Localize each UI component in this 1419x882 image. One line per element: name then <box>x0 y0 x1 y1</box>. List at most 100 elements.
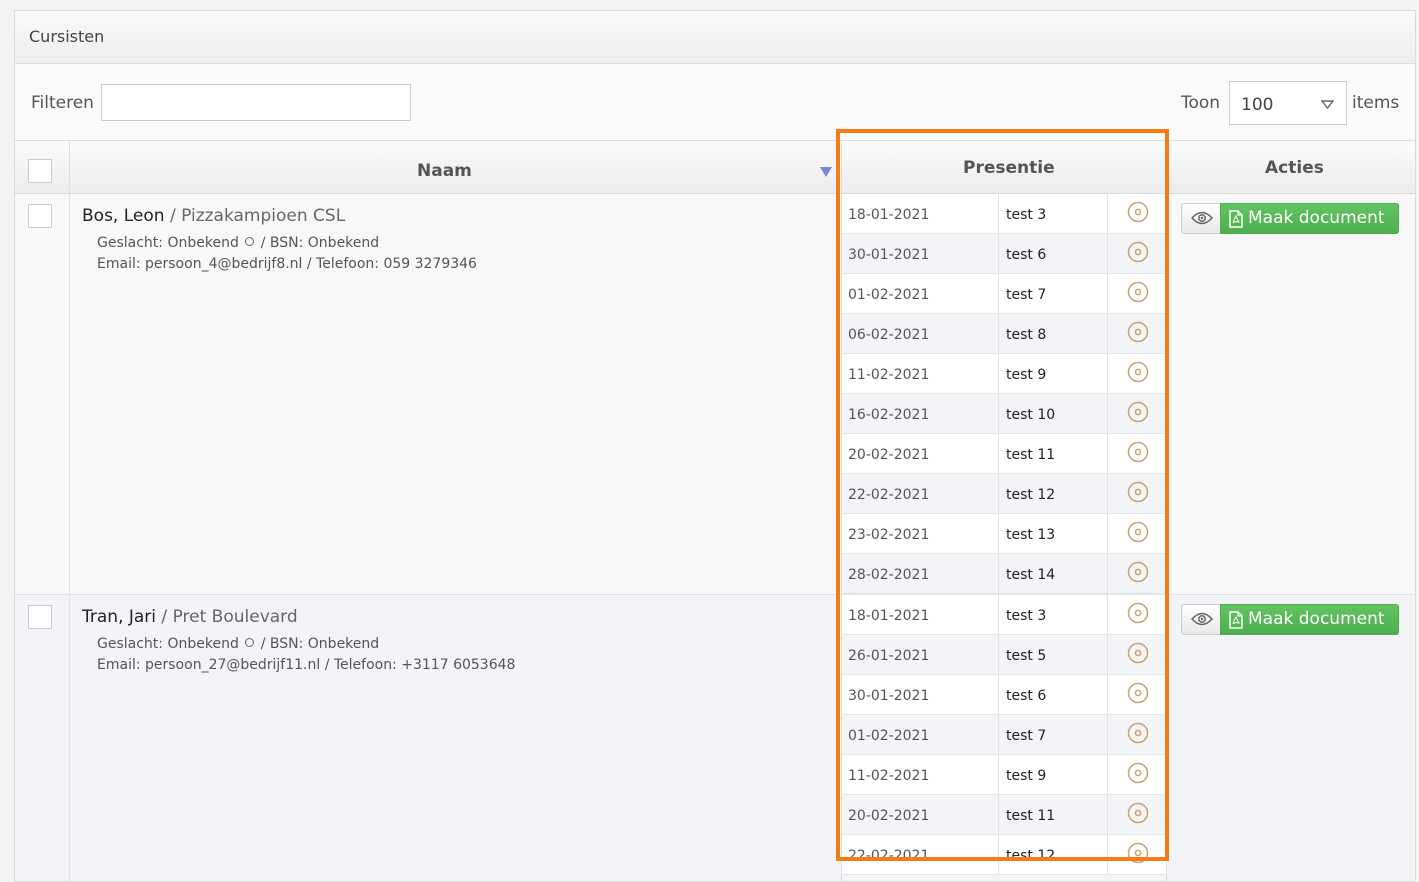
view-button[interactable] <box>1181 203 1221 234</box>
attendance-status-icon[interactable] <box>1127 321 1149 343</box>
attendance-status-icon[interactable] <box>1127 722 1149 744</box>
eye-icon <box>1191 211 1213 225</box>
attendance-status-icon[interactable] <box>1127 481 1149 503</box>
chevron-down-icon <box>1321 100 1334 109</box>
attendance-status-icon[interactable] <box>1127 561 1149 583</box>
panel-heading: Cursisten <box>15 11 1415 64</box>
row-checkbox[interactable] <box>28 204 52 228</box>
attendance-date: 26-01-2021 <box>842 635 999 674</box>
attendance-status-icon[interactable] <box>1127 842 1149 864</box>
attendance-session: test 6 <box>1000 675 1108 714</box>
attendance-status-icon[interactable] <box>1127 682 1149 704</box>
attendance-row: 22-02-2021 test 12 <box>842 474 1166 514</box>
attendance-row: 11-02-2021 test 9 <box>842 354 1166 394</box>
attendance-list: 18-01-2021 test 3 26-01-2021 test 5 30-01-20… <box>841 595 1167 881</box>
attendance-row: 23-02-2021 test 13 <box>842 514 1166 554</box>
attendance-status-icon[interactable] <box>1127 802 1149 824</box>
attendance-status-icon[interactable] <box>1127 201 1149 223</box>
make-document-button[interactable]: Maak document <box>1220 203 1399 234</box>
attendance-session: test 3 <box>1000 595 1108 634</box>
attendance-row: 28-02-2021 test 14 <box>842 554 1166 594</box>
attendance-status-icon[interactable] <box>1127 401 1149 423</box>
panel-title: Cursisten <box>29 27 105 46</box>
pdf-icon <box>1229 611 1243 629</box>
attendance-session: test 14 <box>1000 554 1108 593</box>
attendance-session: test 5 <box>1000 635 1108 674</box>
attendance-session: test 12 <box>1000 835 1108 874</box>
select-all-checkbox[interactable] <box>28 159 52 183</box>
attendance-row: 30-01-2021 test 6 <box>842 675 1166 715</box>
table-row: Bos, Leon / Pizzakampioen CSL Geslacht: … <box>15 194 1415 595</box>
attendance-date: 16-02-2021 <box>842 394 999 433</box>
table-toolbar: Filteren Toon 100 items <box>15 64 1415 141</box>
attendance-row: 01-02-2021 test 7 <box>842 274 1166 314</box>
attendance-row: 18-01-2021 test 3 <box>842 194 1166 234</box>
attendance-date: 30-01-2021 <box>842 675 999 714</box>
student-bsn: / BSN: Onbekend <box>256 636 380 652</box>
attendance-session: test 6 <box>1000 234 1108 273</box>
attendance-row: 18-01-2021 test 3 <box>842 595 1166 635</box>
attendance-session: test 9 <box>1000 755 1108 794</box>
attendance-date: 23-02-2021 <box>842 514 999 553</box>
make-document-button[interactable]: Maak document <box>1220 604 1399 635</box>
student-company: Pret Boulevard <box>172 607 298 627</box>
student-name-line: Bos, Leon / Pizzakampioen CSL <box>82 206 345 226</box>
attendance-date: 01-02-2021 <box>842 274 999 313</box>
column-naam-label: Naam <box>417 161 472 181</box>
filter-input[interactable] <box>101 84 411 121</box>
attendance-status-icon[interactable] <box>1127 441 1149 463</box>
filter-label: Filteren <box>31 93 94 113</box>
attendance-row: 06-02-2021 test 8 <box>842 314 1166 354</box>
row-select-cell <box>15 595 70 881</box>
attendance-status-icon[interactable] <box>1127 241 1149 263</box>
table-header: Naam Presentie Acties <box>15 141 1415 194</box>
student-name-line: Tran, Jari / Pret Boulevard <box>82 607 298 627</box>
row-select-cell <box>15 194 70 594</box>
attendance-status-icon[interactable] <box>1127 361 1149 383</box>
view-button[interactable] <box>1181 604 1221 635</box>
attendance-status-icon[interactable] <box>1127 521 1149 543</box>
column-presentie-label: Presentie <box>963 158 1055 178</box>
table-row: Tran, Jari / Pret Boulevard Geslacht: On… <box>15 595 1415 881</box>
attendance-date: 01-02-2021 <box>842 715 999 754</box>
attendance-session: test 11 <box>1000 795 1108 834</box>
header-select-cell <box>15 141 70 193</box>
row-checkbox[interactable] <box>28 605 52 629</box>
pdf-icon <box>1229 210 1243 228</box>
page-size-value: 100 <box>1241 95 1274 115</box>
attendance-status-icon[interactable] <box>1127 762 1149 784</box>
attendance-date: 22-02-2021 <box>842 474 999 513</box>
attendance-status-icon[interactable] <box>1127 642 1149 664</box>
attendance-date: 20-02-2021 <box>842 795 999 834</box>
student-name[interactable]: Bos, Leon <box>82 206 165 226</box>
attendance-row: 16-02-2021 test 10 <box>842 394 1166 434</box>
student-gender: Geslacht: Onbekend <box>97 235 239 251</box>
page-size-select[interactable]: 100 <box>1229 81 1347 125</box>
name-separator: / <box>156 607 173 627</box>
gender-unknown-icon <box>245 638 255 647</box>
cursisten-panel: Cursisten Filteren Toon 100 items Naam P… <box>14 10 1416 882</box>
attendance-session: test 10 <box>1000 394 1108 433</box>
student-meta-line: Geslacht: Onbekend / BSN: Onbekend <box>97 636 379 652</box>
student-contact: Email: persoon_4@bedrijf8.nl / Telefoon:… <box>97 256 477 272</box>
column-header-acties: Acties <box>1166 141 1415 193</box>
attendance-row: 11-02-2021 test 9 <box>842 755 1166 795</box>
attendance-row: 20-02-2021 test 11 <box>842 434 1166 474</box>
student-bsn: / BSN: Onbekend <box>256 235 380 251</box>
attendance-session: test 11 <box>1000 434 1108 473</box>
attendance-date: 11-02-2021 <box>842 354 999 393</box>
attendance-date: 06-02-2021 <box>842 314 999 353</box>
student-name[interactable]: Tran, Jari <box>82 607 156 627</box>
attendance-status-icon[interactable] <box>1127 281 1149 303</box>
student-gender: Geslacht: Onbekend <box>97 636 239 652</box>
attendance-date: 30-01-2021 <box>842 234 999 273</box>
sort-desc-icon[interactable] <box>820 167 832 177</box>
column-header-naam[interactable]: Naam <box>70 141 840 193</box>
attendance-status-icon[interactable] <box>1127 602 1149 624</box>
make-document-label: Maak document <box>1248 208 1385 228</box>
attendance-row: 20-02-2021 test 11 <box>842 795 1166 835</box>
attendance-session: test 7 <box>1000 715 1108 754</box>
attendance-date: 20-02-2021 <box>842 434 999 473</box>
attendance-session: test 3 <box>1000 194 1108 233</box>
attendance-row: 22-02-2021 test 12 <box>842 835 1166 875</box>
